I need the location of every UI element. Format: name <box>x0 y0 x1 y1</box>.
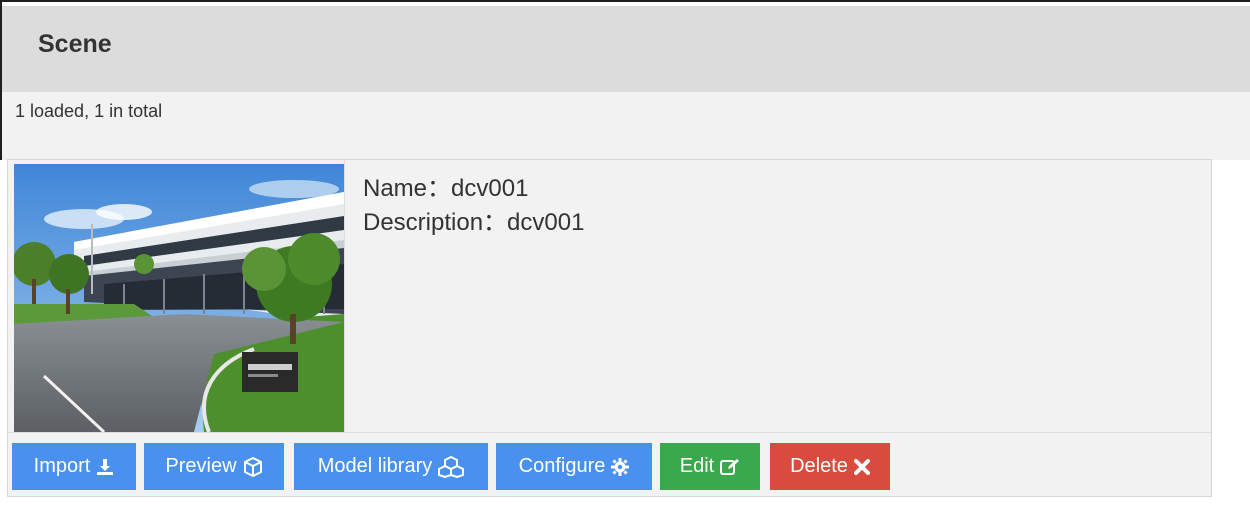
delete-button[interactable]: Delete <box>770 443 890 490</box>
page-title: Scene <box>38 30 112 58</box>
thumbnail-image <box>14 164 344 432</box>
model-library-button[interactable]: Model library <box>294 443 488 490</box>
edit-icon <box>720 458 740 476</box>
edit-button-label: Edit <box>679 455 715 477</box>
scene-name-row: Name：dcv001 <box>363 172 584 206</box>
scene-page: Scene 1 loaded, 1 in total Name：dcv001 D… <box>0 0 1250 524</box>
scene-description-label: Description： <box>363 209 508 236</box>
load-count-text: 1 loaded, 1 in total <box>15 101 163 121</box>
model-library-button-label: Model library <box>317 455 433 477</box>
scene-thumbnail[interactable] <box>14 164 344 432</box>
preview-button-label: Preview <box>165 455 237 477</box>
scene-name-value: dcv001 <box>451 175 529 202</box>
import-button[interactable]: Import <box>12 443 136 490</box>
card-vertical-divider <box>344 160 345 432</box>
delete-button-label: Delete <box>790 455 848 477</box>
scene-name-label: Name： <box>363 175 452 202</box>
summary-bar: 1 loaded, 1 in total <box>2 92 1250 160</box>
edit-button[interactable]: Edit <box>660 443 760 490</box>
scene-description-value: dcv001 <box>507 209 585 236</box>
cubes-icon <box>438 455 465 478</box>
import-button-label: Import <box>33 455 91 477</box>
configure-button-label: Configure <box>518 455 606 477</box>
card-horizontal-divider <box>8 432 1211 433</box>
close-icon <box>853 458 870 475</box>
cube-icon <box>243 456 263 477</box>
panel-header: Scene <box>2 6 1250 92</box>
scene-card: Name：dcv001 Description：dcv001 Import Pr… <box>7 159 1212 497</box>
configure-button[interactable]: Configure <box>496 443 652 490</box>
gear-icon <box>611 457 630 476</box>
scene-description-row: Description：dcv001 <box>363 206 584 240</box>
scene-info: Name：dcv001 Description：dcv001 <box>363 172 584 240</box>
download-icon <box>96 458 114 476</box>
preview-button[interactable]: Preview <box>144 443 284 490</box>
top-border <box>0 0 1250 2</box>
